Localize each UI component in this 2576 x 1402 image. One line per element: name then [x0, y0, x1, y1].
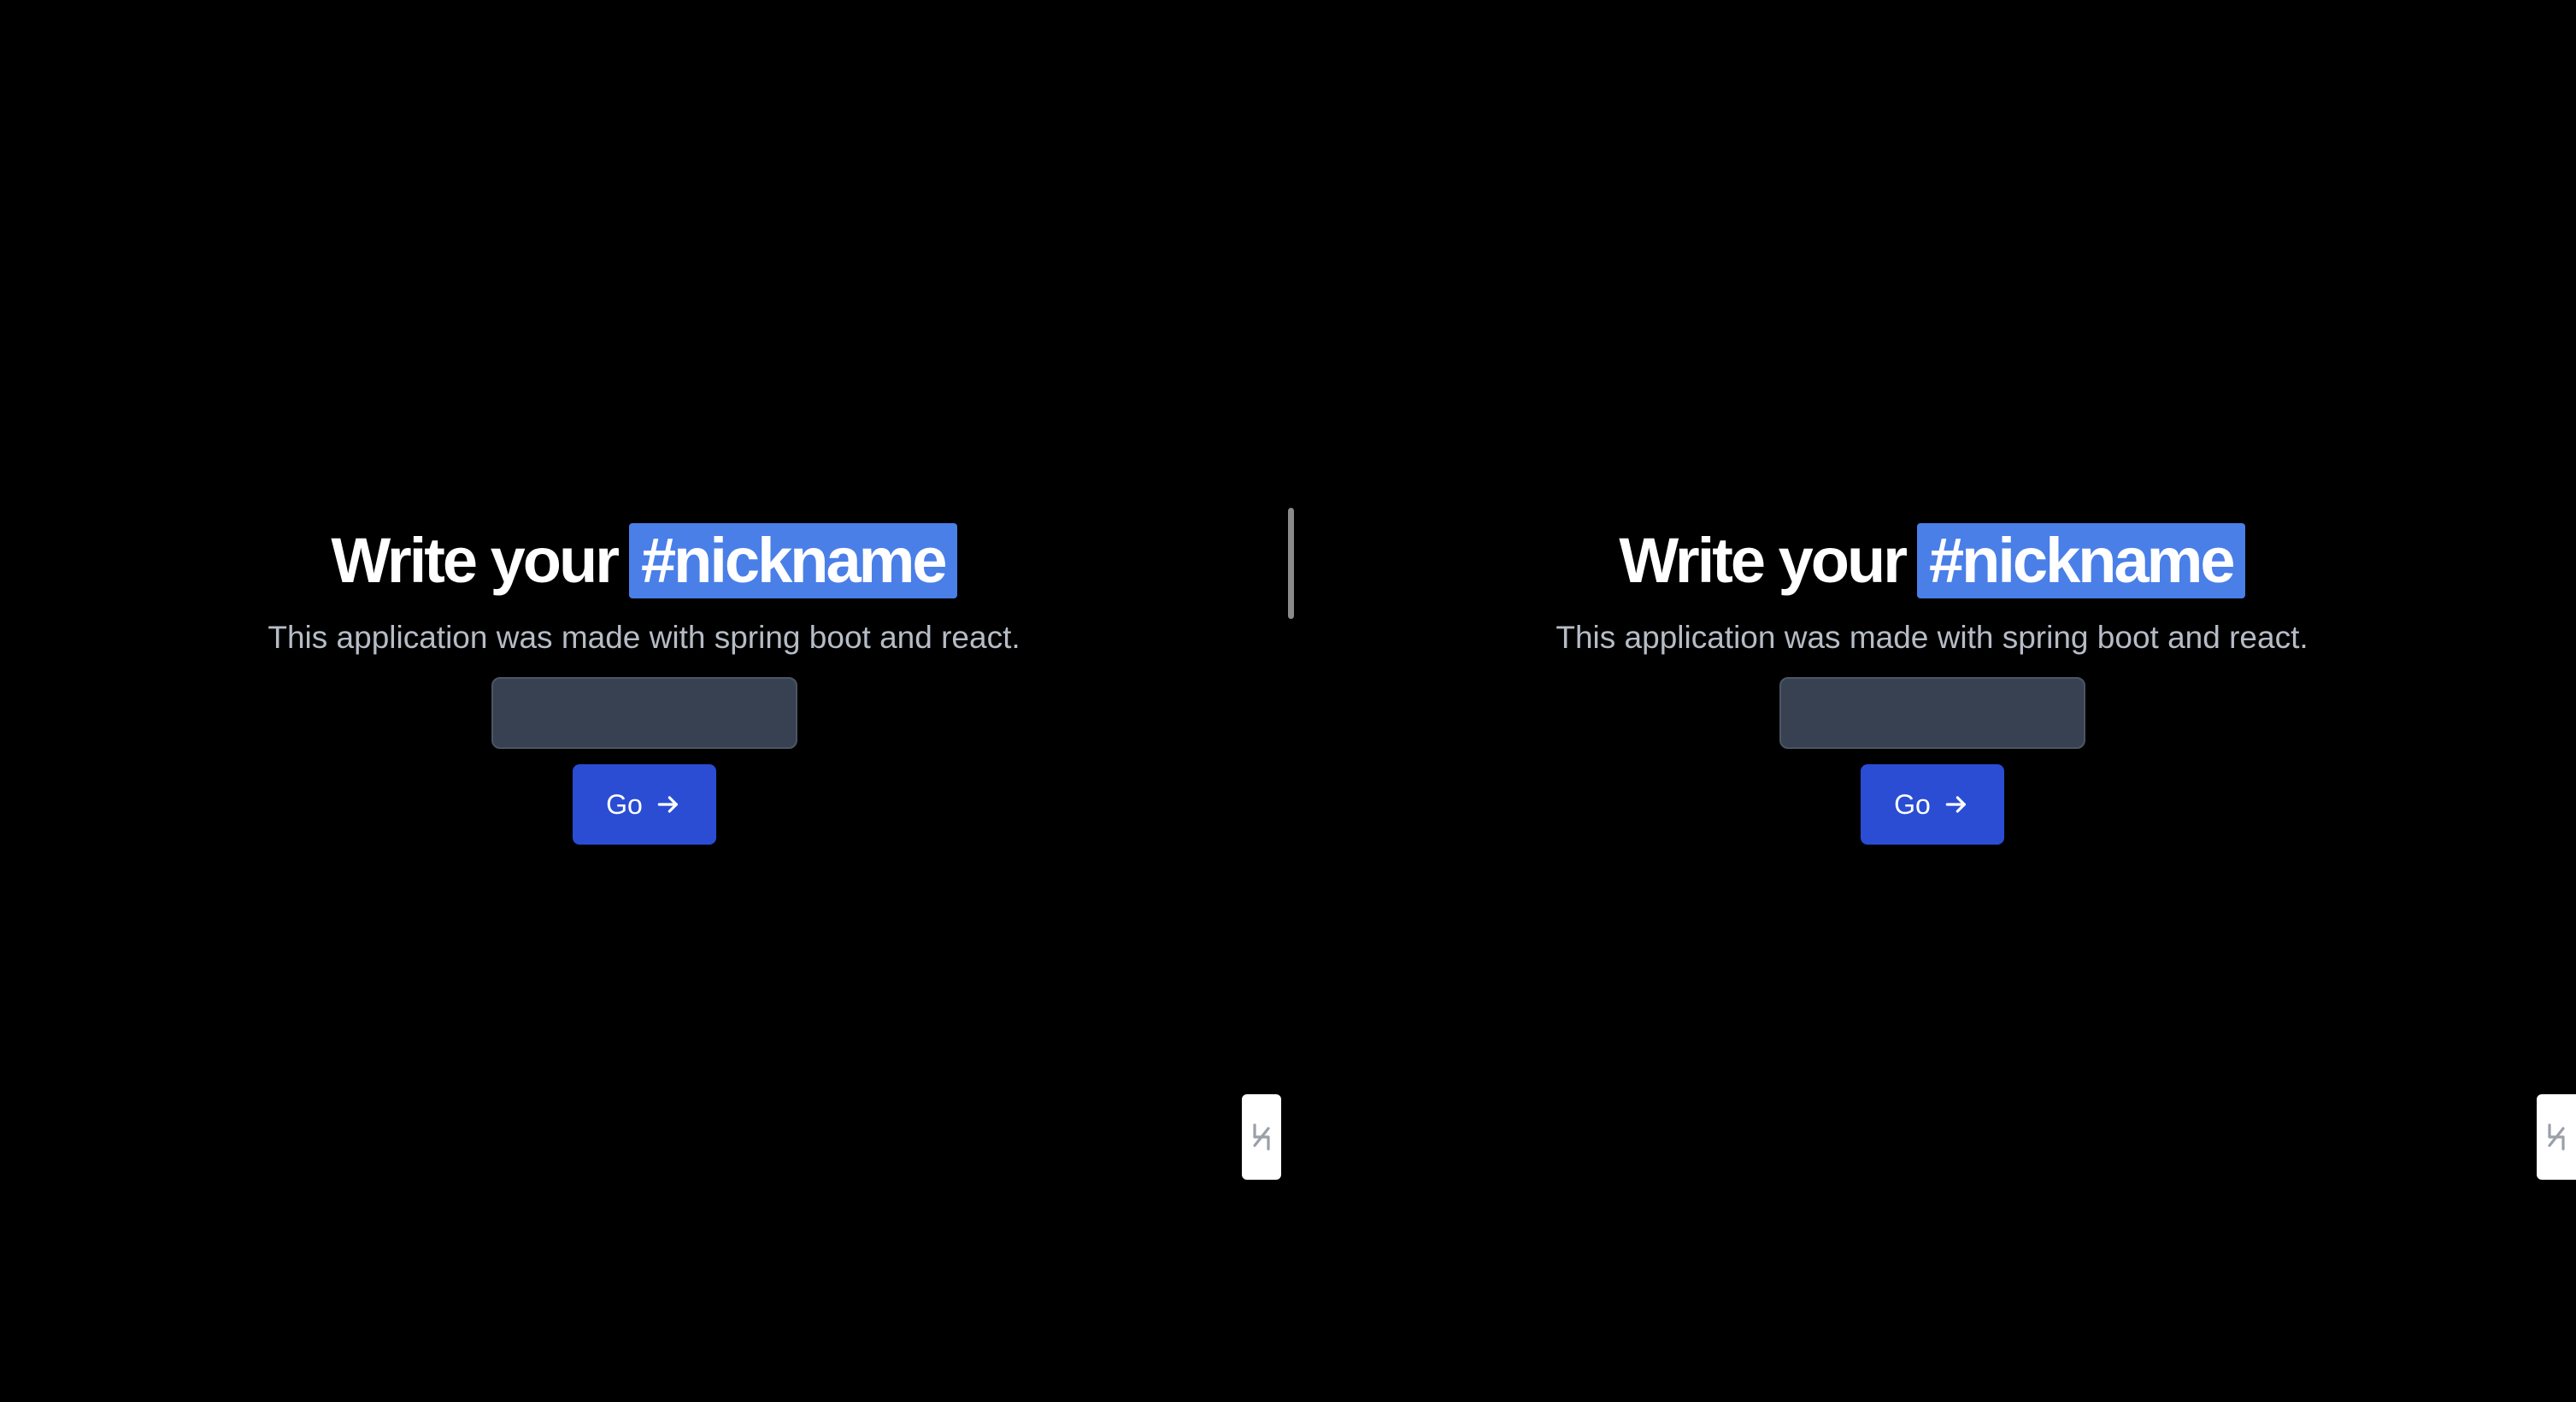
right-pane: Write your #nickname This application wa…	[1288, 0, 2576, 1402]
page-subtitle: This application was made with spring bo…	[268, 620, 1020, 655]
hero-section: Write your #nickname This application wa…	[1288, 523, 2576, 845]
title-highlight: #nickname	[629, 523, 957, 598]
nickname-input[interactable]	[1779, 677, 2085, 749]
title-highlight: #nickname	[1917, 523, 2245, 598]
collapse-arrows-icon	[1253, 1123, 1270, 1151]
title-prefix: Write your	[331, 525, 620, 596]
go-button[interactable]: Go	[572, 764, 716, 845]
title-prefix: Write your	[1619, 525, 1908, 596]
go-button[interactable]: Go	[1860, 764, 2004, 845]
arrow-right-icon	[1945, 796, 1966, 813]
hero-section: Write your #nickname This application wa…	[0, 523, 1288, 845]
go-button-label: Go	[606, 788, 643, 820]
nickname-input[interactable]	[491, 677, 797, 749]
collapse-arrows-icon	[2548, 1123, 2565, 1151]
page-title: Write your #nickname	[1619, 523, 2245, 598]
arrow-right-icon	[657, 796, 678, 813]
go-button-label: Go	[1894, 788, 1931, 820]
left-pane: Write your #nickname This application wa…	[0, 0, 1288, 1402]
side-panel-toggle[interactable]	[1242, 1094, 1281, 1180]
side-panel-toggle[interactable]	[2537, 1094, 2576, 1180]
page-subtitle: This application was made with spring bo…	[1556, 620, 2308, 655]
page-title: Write your #nickname	[331, 523, 957, 598]
